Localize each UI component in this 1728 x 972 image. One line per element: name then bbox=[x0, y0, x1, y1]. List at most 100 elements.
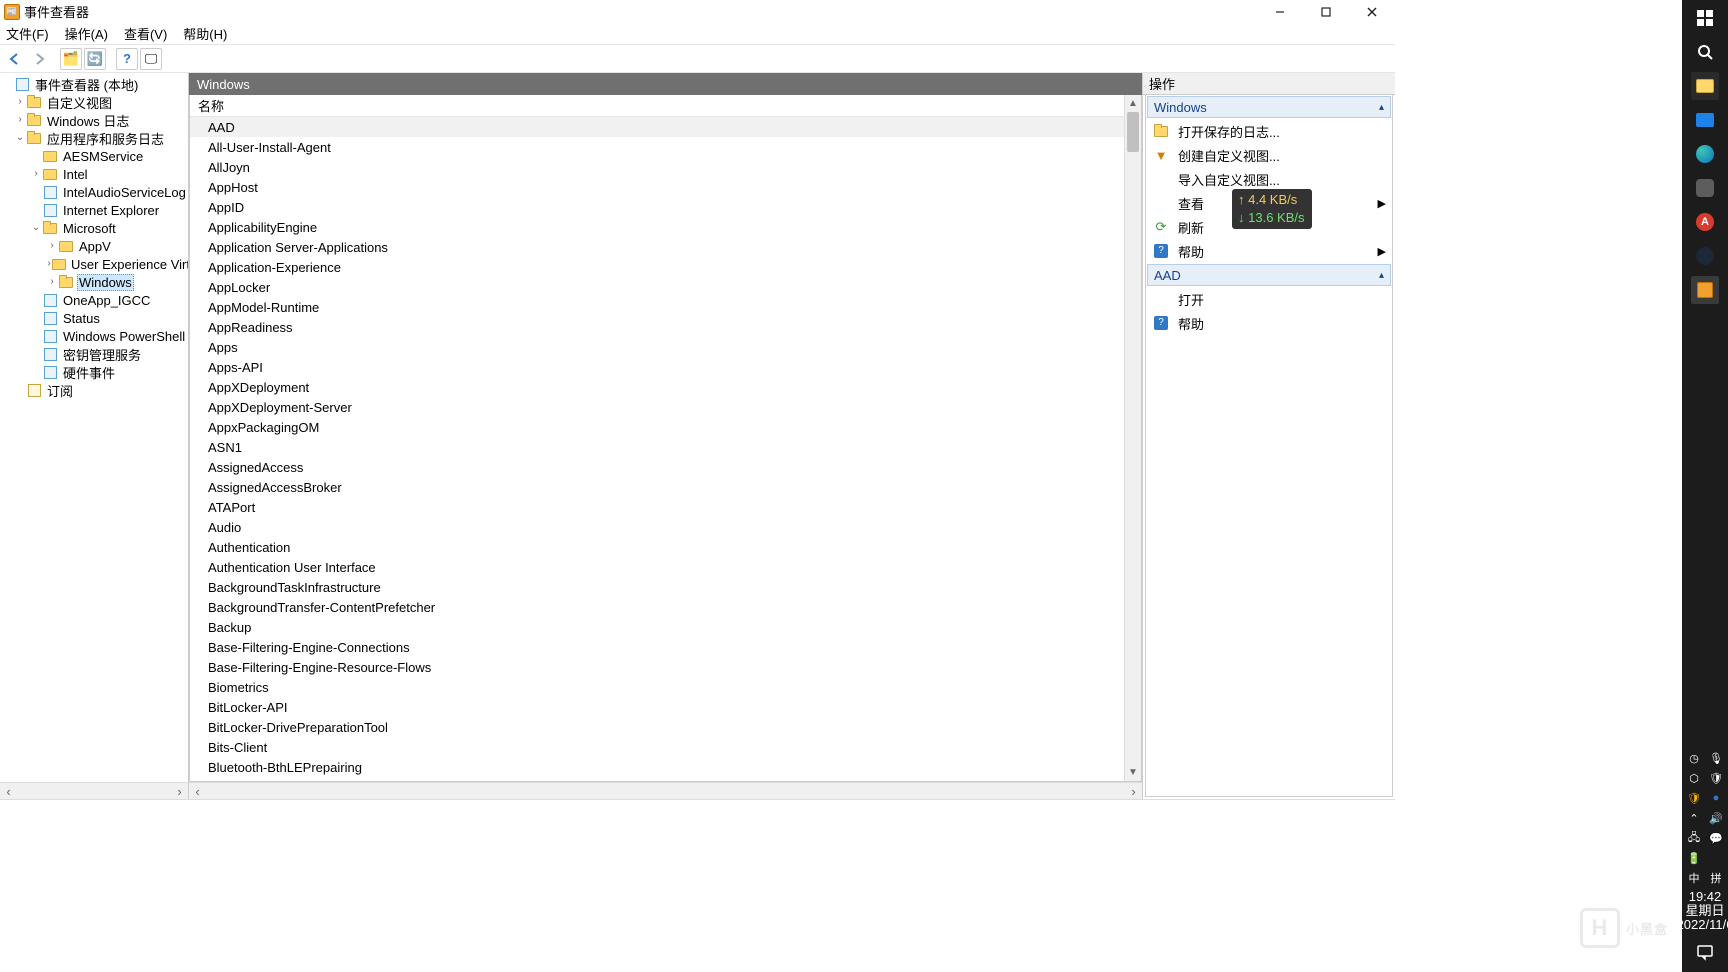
tree-ie[interactable]: Internet Explorer bbox=[0, 201, 188, 219]
action-item[interactable]: 导入自定义视图... bbox=[1146, 167, 1392, 191]
list-item[interactable]: AppReadiness bbox=[190, 317, 1124, 337]
tray-battery-icon[interactable]: 🔋 bbox=[1686, 850, 1702, 866]
list-item[interactable]: AppID bbox=[190, 197, 1124, 217]
list-item[interactable]: BackgroundTaskInfrastructure bbox=[190, 577, 1124, 597]
system-tray[interactable]: ◷ 🎙 ⬡ 🛡 🛡 ● ⌃ 🔊 🖧 💬 🔋 中拼 bbox=[1686, 750, 1724, 886]
list-item[interactable]: AppxPackagingOM bbox=[190, 417, 1124, 437]
tree-app-service-logs[interactable]: ⌄应用程序和服务日志 bbox=[0, 129, 188, 147]
action-item[interactable]: 打开 bbox=[1146, 287, 1392, 311]
center-h-scrollbar[interactable]: ‹ › bbox=[189, 782, 1142, 799]
tree-custom-views[interactable]: ›自定义视图 bbox=[0, 93, 188, 111]
action-center-button[interactable] bbox=[1691, 938, 1719, 966]
close-button[interactable] bbox=[1349, 0, 1395, 23]
tray-icon[interactable]: ⬡ bbox=[1686, 770, 1702, 786]
list-item[interactable]: ATAPort bbox=[190, 497, 1124, 517]
menu-help[interactable]: 帮助(H) bbox=[183, 24, 227, 43]
list-item[interactable]: Backup bbox=[190, 617, 1124, 637]
tray-icon[interactable]: ● bbox=[1708, 790, 1724, 806]
tray-security-icon[interactable]: 🛡 bbox=[1708, 770, 1724, 786]
list-item[interactable]: Base-Filtering-Engine-Connections bbox=[190, 637, 1124, 657]
toolbar-forward-button[interactable] bbox=[28, 48, 50, 70]
list-item[interactable]: AAD bbox=[190, 117, 1124, 137]
list-item[interactable]: Base-Filtering-Engine-Resource-Flows bbox=[190, 657, 1124, 677]
taskbar-steam-icon[interactable] bbox=[1691, 242, 1719, 270]
list-item[interactable]: Bits-Client bbox=[190, 737, 1124, 757]
scroll-right-button[interactable]: › bbox=[1125, 783, 1142, 800]
scroll-left-button[interactable]: ‹ bbox=[189, 783, 206, 800]
toolbar-refresh-button[interactable]: 🔄 bbox=[84, 48, 106, 70]
list-item[interactable]: BitLocker-API bbox=[190, 697, 1124, 717]
tray-icon[interactable]: 💬 bbox=[1708, 830, 1724, 846]
tray-volume-icon[interactable]: 🔊 bbox=[1708, 810, 1724, 826]
ime-mode[interactable]: 拼 bbox=[1708, 870, 1724, 886]
tree-uev[interactable]: ›User Experience Virtualization bbox=[0, 255, 188, 273]
tray-network-icon[interactable]: 🖧 bbox=[1686, 830, 1702, 846]
toolbar-screen-button[interactable]: 🖵 bbox=[140, 48, 162, 70]
actions-group-windows[interactable]: Windows▴ bbox=[1147, 96, 1391, 118]
column-header-name[interactable]: 名称 bbox=[190, 95, 1124, 117]
taskbar-edge-icon[interactable] bbox=[1691, 140, 1719, 168]
taskbar-app-icon[interactable] bbox=[1691, 174, 1719, 202]
tray-icon[interactable]: ◷ bbox=[1686, 750, 1702, 766]
search-button[interactable] bbox=[1691, 38, 1719, 66]
list-item[interactable]: AssignedAccess bbox=[190, 457, 1124, 477]
actions-group-aad[interactable]: AAD▴ bbox=[1147, 264, 1391, 286]
list-item[interactable]: ASN1 bbox=[190, 437, 1124, 457]
toolbar-back-button[interactable] bbox=[4, 48, 26, 70]
list-item[interactable]: AppXDeployment bbox=[190, 377, 1124, 397]
list-item[interactable]: Bluetooth-BthLEPrepairing bbox=[190, 757, 1124, 777]
list-item[interactable]: Apps bbox=[190, 337, 1124, 357]
minimize-button[interactable] bbox=[1257, 0, 1303, 23]
list-item[interactable]: Application-Experience bbox=[190, 257, 1124, 277]
list-item[interactable]: Application Server-Applications bbox=[190, 237, 1124, 257]
tree-windows-logs[interactable]: ›Windows 日志 bbox=[0, 111, 188, 129]
list-item[interactable]: Apps-API bbox=[190, 357, 1124, 377]
ime-lang[interactable]: 中 bbox=[1686, 870, 1702, 886]
tray-icon[interactable]: 🛡 bbox=[1686, 790, 1702, 806]
tree-oneapp[interactable]: OneApp_IGCC bbox=[0, 291, 188, 309]
taskbar-app-a-icon[interactable]: A bbox=[1691, 208, 1719, 236]
tree-hardware[interactable]: 硬件事件 bbox=[0, 363, 188, 381]
action-item[interactable]: 打开保存的日志... bbox=[1146, 119, 1392, 143]
tree-appv[interactable]: ›AppV bbox=[0, 237, 188, 255]
list-item[interactable]: AllJoyn bbox=[190, 157, 1124, 177]
tree-subscriptions[interactable]: 订阅 bbox=[0, 381, 188, 399]
tray-chevron-up-icon[interactable]: ⌃ bbox=[1686, 810, 1702, 826]
list-item[interactable]: BackgroundTransfer-ContentPrefetcher bbox=[190, 597, 1124, 617]
list-item[interactable]: ApplicabilityEngine bbox=[190, 217, 1124, 237]
list-item[interactable]: Biometrics bbox=[190, 677, 1124, 697]
toolbar-explore-button[interactable]: 🗂️ bbox=[60, 48, 82, 70]
list-item[interactable]: Authentication bbox=[190, 537, 1124, 557]
tree-intel-audio[interactable]: IntelAudioServiceLog bbox=[0, 183, 188, 201]
list-v-scrollbar[interactable]: ▲ ▼ bbox=[1124, 95, 1141, 781]
tray-icon[interactable] bbox=[1708, 850, 1724, 866]
tree-h-scrollbar[interactable]: ‹ › bbox=[0, 782, 188, 799]
menu-view[interactable]: 查看(V) bbox=[124, 24, 167, 43]
maximize-button[interactable] bbox=[1303, 0, 1349, 23]
scroll-up-button[interactable]: ▲ bbox=[1125, 95, 1141, 112]
action-item[interactable]: ▼创建自定义视图... bbox=[1146, 143, 1392, 167]
list-item[interactable]: Audio bbox=[190, 517, 1124, 537]
toolbar-help-button[interactable]: ? bbox=[116, 48, 138, 70]
list-item[interactable]: AppLocker bbox=[190, 277, 1124, 297]
tree-keymgmt[interactable]: 密钥管理服务 bbox=[0, 345, 188, 363]
action-item[interactable]: ?帮助▶ bbox=[1146, 239, 1392, 263]
list-item[interactable]: AppHost bbox=[190, 177, 1124, 197]
tree-status[interactable]: Status bbox=[0, 309, 188, 327]
menu-action[interactable]: 操作(A) bbox=[65, 24, 108, 43]
tray-icon[interactable]: 🎙 bbox=[1708, 750, 1724, 766]
tree-windows-folder[interactable]: ›Windows bbox=[0, 273, 188, 291]
tree-powershell[interactable]: Windows PowerShell bbox=[0, 327, 188, 345]
list-item[interactable]: Authentication User Interface bbox=[190, 557, 1124, 577]
scroll-thumb[interactable] bbox=[1127, 112, 1139, 152]
taskbar-mail-icon[interactable] bbox=[1691, 106, 1719, 134]
list-item[interactable]: BitLocker-DrivePreparationTool bbox=[190, 717, 1124, 737]
list-item[interactable]: AppModel-Runtime bbox=[190, 297, 1124, 317]
taskbar-event-viewer-icon[interactable] bbox=[1691, 276, 1719, 304]
tree-root[interactable]: ▸事件查看器 (本地) bbox=[0, 75, 188, 93]
tree-aesm[interactable]: AESMService bbox=[0, 147, 188, 165]
list-item[interactable]: AssignedAccessBroker bbox=[190, 477, 1124, 497]
scroll-track[interactable] bbox=[1125, 112, 1141, 764]
scroll-down-button[interactable]: ▼ bbox=[1125, 764, 1141, 781]
taskbar-clock[interactable]: 19:42 星期日 2022/11/6 bbox=[1677, 890, 1728, 932]
